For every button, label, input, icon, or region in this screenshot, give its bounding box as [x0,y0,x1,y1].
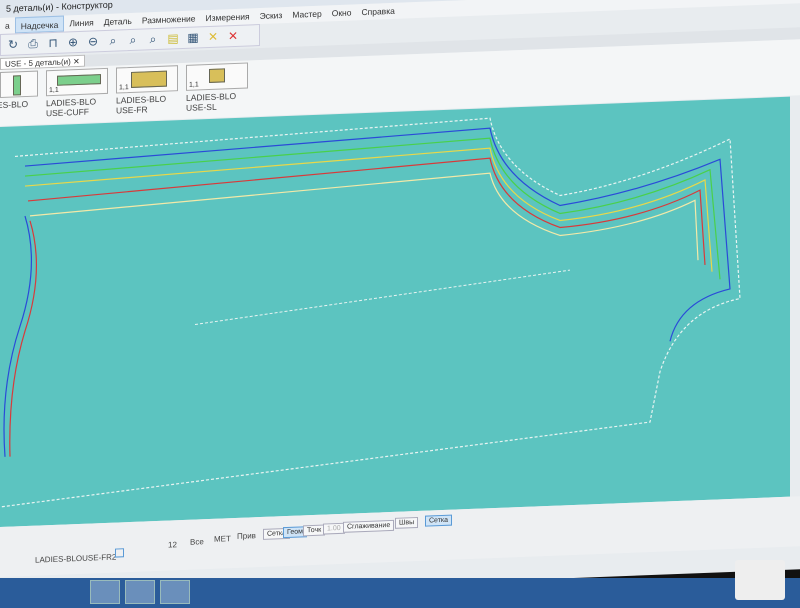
points-button[interactable]: Точк [303,524,326,537]
layout-icon[interactable]: ▤ [165,30,181,47]
grain-line [194,269,571,326]
piece-name: LADIES-BLO USE-SL [186,90,237,113]
piece-item[interactable]: 1,1 LADIES-BLO USE-FR [116,65,178,121]
pattern-line-green [24,137,721,280]
pattern-line-blue [24,127,731,342]
pattern-line-white [0,117,741,508]
redo-icon[interactable]: ↻ [5,36,21,53]
taskbar-app-constructor[interactable] [160,580,190,604]
all-label: Все [190,537,204,547]
zoom-out-icon[interactable]: ⊖ [85,33,101,50]
piece-thumbnail: 1,1 [46,67,108,97]
taskbar-app[interactable] [125,580,155,604]
piece-item[interactable]: 1,1 LADIES-BLO USE-CUFF [46,67,108,124]
taskbar [0,578,800,608]
pattern-line-white-inner [29,172,699,261]
piece-scale: 1,1 [49,86,59,95]
pattern-side-seam-red [9,220,38,457]
menu-line[interactable]: Линия [64,14,98,31]
piece-name: LADIES-BLO USE-CUFF [46,96,97,119]
print-icon[interactable]: ⎙ [25,35,41,52]
piece-item[interactable]: 1,1 LADIES-BLO USE-SL [186,62,248,118]
zoom-all-icon[interactable]: ⌕ [125,32,141,49]
smoothing-button[interactable]: Сглаживание [343,519,395,533]
pattern-drawing [0,117,741,508]
plotter-icon[interactable]: ⊓ [45,35,61,52]
delete-red-icon[interactable]: ✕ [225,28,241,45]
grid-button-2[interactable]: Сетка [425,514,453,527]
taskbar-app[interactable] [90,580,120,604]
units-label: МЕТ [214,534,231,544]
size-select[interactable]: 12 [168,540,177,549]
menu-item[interactable]: а [0,17,15,34]
piece-name: LADIES-BLO OL [0,98,29,111]
menu-sketch[interactable]: Эскиз [255,7,288,24]
menu-wizard[interactable]: Мастер [287,5,326,23]
piece-item[interactable]: LADIES-BLO OL [0,70,38,126]
pattern-line-red [27,157,706,265]
piece-thumbnail [0,70,38,98]
smoothing-value[interactable]: 1.00 [323,522,345,535]
piece-thumbnail: 1,1 [186,62,248,91]
menu-piece[interactable]: Деталь [99,13,137,30]
sheet-icon[interactable]: ▦ [185,29,201,46]
drawing-canvas[interactable] [0,96,790,528]
snap-label: Прив [237,531,256,541]
close-tab-icon[interactable]: ✕ [73,57,80,66]
piece-scale: 1,1 [189,81,199,89]
menu-window[interactable]: Окно [327,4,357,21]
menu-help[interactable]: Справка [356,3,399,21]
piece-name-status: LADIES-BLOUSE-FR2 [35,552,117,565]
piece-scale: 1,1 [119,84,129,92]
delete-yellow-icon[interactable]: ✕ [205,29,221,46]
app-window: 5 деталь(и) - Конструктор а Надсечка Лин… [0,0,800,601]
pattern-line-yellow [24,147,713,272]
logo-sticker [735,560,785,600]
zoom-1-1-icon[interactable]: ⌕ [145,31,161,48]
zoom-piece-icon[interactable]: ⌕ [105,32,121,49]
pattern-side-seam [3,215,33,457]
seams-button[interactable]: Швы [395,516,419,529]
checkbox[interactable] [115,548,124,558]
menu-notch[interactable]: Надсечка [14,15,65,34]
piece-name: LADIES-BLO USE-FR [116,93,167,116]
piece-thumbnail: 1,1 [116,65,178,94]
zoom-in-icon[interactable]: ⊕ [65,34,81,51]
